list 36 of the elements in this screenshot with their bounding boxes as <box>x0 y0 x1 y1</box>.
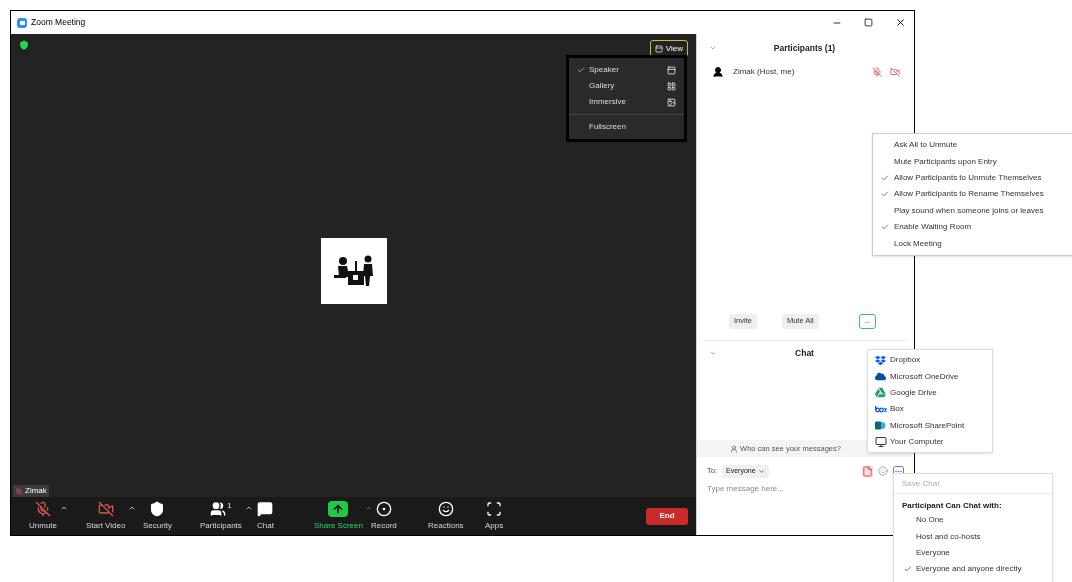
menu-item[interactable]: Enable Waiting Room <box>873 218 1072 236</box>
menu-item[interactable]: Ask All to Unmute <box>873 137 1072 154</box>
participant-name: Zimak <box>25 485 47 497</box>
end-button[interactable]: End <box>646 507 688 525</box>
menu-item[interactable]: Dropbox <box>868 352 992 369</box>
view-option[interactable]: Immersive <box>569 94 684 110</box>
toolbar-button[interactable]: Apps <box>485 500 504 532</box>
toolbar-button[interactable]: Share Screen <box>314 500 363 532</box>
menu-item[interactable]: Allow Participants to Rename Themselves <box>873 186 1072 203</box>
menu-item[interactable]: Microsoft SharePoint <box>868 417 992 434</box>
toolbar-button[interactable]: Record <box>371 500 397 532</box>
toolbar-button[interactable]: Security <box>143 500 172 532</box>
menu-item[interactable]: Lock Meeting <box>873 235 1072 252</box>
menu-heading: Participant Can Chat with: <box>901 500 1003 512</box>
menu-item[interactable]: Google Drive <box>868 384 992 402</box>
toolbar-button[interactable]: Start Video <box>86 500 126 532</box>
panel-title: Chat <box>794 346 815 360</box>
menu-item[interactable]: Play sound when someone joins or leaves <box>873 202 1072 219</box>
menu-item[interactable]: Host and co-hosts <box>894 528 1052 545</box>
toolbar-button[interactable]: Unmute <box>29 500 57 532</box>
toolbar-button[interactable]: Reactions <box>428 500 464 532</box>
window-title: Zoom Meeting <box>31 16 86 29</box>
menu-item[interactable]: Mute Participants upon Entry <box>873 153 1072 170</box>
menu-item[interactable]: Your Computer <box>868 433 992 451</box>
menu-item[interactable]: No One <box>894 512 1052 529</box>
menu-item[interactable]: Everyone and anyone directly <box>894 561 1052 578</box>
fullscreen-option[interactable]: Fullscreen <box>569 119 684 135</box>
participant-name: Zimak (Host, me) <box>733 66 796 78</box>
panel-title: Participants (1) <box>772 41 837 55</box>
view-option[interactable]: Speaker <box>569 62 684 78</box>
menu-item[interactable]: Everyone <box>894 544 1052 562</box>
view-option[interactable]: Gallery <box>569 78 684 94</box>
menu-item[interactable]: Microsoft OneDrive <box>868 368 992 385</box>
menu-item[interactable]: Box <box>868 401 992 418</box>
toolbar-button[interactable]: Chat <box>257 500 274 532</box>
menu-item[interactable]: Allow Participants to Unmute Themselves <box>873 169 1072 187</box>
